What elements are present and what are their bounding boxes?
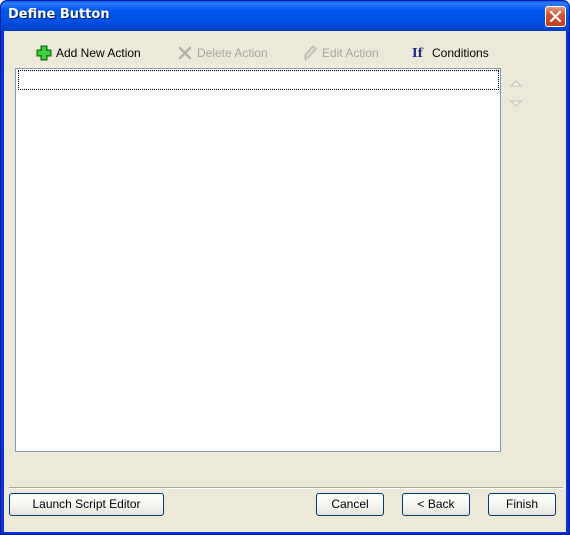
window-title: Define Button [8,7,110,22]
back-button[interactable]: < Back [402,493,470,516]
delete-x-icon [177,45,193,61]
finish-button[interactable]: Finish [488,493,556,516]
green-plus-icon [36,45,52,61]
pencil-icon [302,45,318,62]
edit-action-label: Edit Action [322,46,379,60]
move-down-button[interactable] [509,98,523,108]
define-button-dialog: Define Button Add New Action Delete Acti… [0,0,570,535]
title-bar[interactable]: Define Button [1,1,569,31]
arrow-down-icon [509,100,523,107]
add-new-action-label: Add New Action [56,46,141,60]
cancel-button[interactable]: Cancel [316,493,384,516]
if-icon: If [412,46,423,60]
move-up-button[interactable] [509,77,523,87]
dialog-client-area: Add New Action Delete Action Edit Action… [4,31,566,532]
edit-action-button[interactable]: Edit Action [302,44,379,62]
delete-action-button[interactable]: Delete Action [177,44,268,62]
close-button[interactable] [545,6,566,27]
footer-separator [9,487,563,489]
launch-script-editor-button[interactable]: Launch Script Editor [9,493,164,516]
conditions-button[interactable]: If Conditions [412,44,489,62]
delete-action-label: Delete Action [197,46,268,60]
arrow-up-icon [509,80,523,87]
close-icon [549,10,562,23]
conditions-label: Conditions [432,46,489,60]
list-item[interactable] [18,70,499,90]
actions-list[interactable] [15,68,501,452]
add-new-action-button[interactable]: Add New Action [36,44,141,62]
